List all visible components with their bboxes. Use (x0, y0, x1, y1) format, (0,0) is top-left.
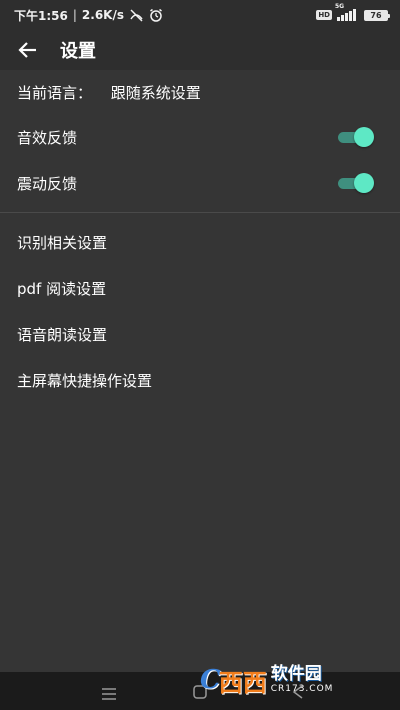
status-bar: 下午1:56 | 2.6K/s HD 5G 76 (0, 0, 400, 30)
battery-icon: 76 (364, 9, 390, 21)
watermark-logo: C 西西 软件园 CR173.COM (200, 658, 382, 702)
watermark-name: 软件园 (270, 664, 322, 684)
language-label: 当前语言： (17, 83, 93, 102)
language-setting-text: 当前语言： 跟随系统设置 (17, 82, 201, 103)
pdf-reading-settings-label: pdf 阅读设置 (17, 279, 107, 298)
status-bar-left: 下午1:56 | 2.6K/s (14, 7, 163, 24)
status-bar-right: HD 5G 76 (316, 3, 390, 21)
watermark-domain: CR173.COM (270, 684, 334, 694)
signal-label: 5G (335, 3, 345, 10)
arrow-left-icon (18, 42, 36, 58)
voice-reading-settings-item[interactable]: 语音朗读设置 (0, 311, 400, 357)
settings-list: 当前语言： 跟随系统设置 音效反馈 震动反馈 识别相关设置 pdf 阅读设置 语… (0, 70, 400, 403)
status-time: 下午1:56 (14, 8, 68, 23)
toggle-thumb (354, 173, 374, 193)
hd-icon: HD (316, 10, 332, 20)
voice-reading-settings-label: 语音朗读设置 (17, 325, 108, 344)
status-separator: | (72, 8, 77, 22)
muted-alarm-icon (129, 8, 144, 22)
back-button[interactable] (0, 30, 56, 70)
page-title: 设置 (60, 41, 96, 62)
language-value: 跟随系统设置 (110, 83, 201, 102)
sound-feedback-label: 音效反馈 (17, 128, 78, 147)
vibration-feedback-row: 震动反馈 (0, 160, 400, 206)
watermark-logo-letter: C (200, 665, 221, 695)
home-shortcut-settings-label: 主屏幕快捷操作设置 (17, 371, 153, 390)
language-setting[interactable]: 当前语言： 跟随系统设置 (0, 70, 400, 114)
sound-feedback-toggle[interactable] (338, 127, 374, 147)
toggle-thumb (354, 127, 374, 147)
app-bar: 设置 (0, 30, 400, 70)
status-network-speed: 2.6K/s (81, 8, 124, 22)
signal-icon: 5G (335, 3, 359, 21)
alarm-clock-icon (149, 8, 163, 22)
recognition-settings-label: 识别相关设置 (17, 233, 108, 252)
home-shortcut-settings-item[interactable]: 主屏幕快捷操作设置 (0, 357, 400, 403)
recognition-settings-item[interactable]: 识别相关设置 (0, 219, 400, 265)
section-divider (0, 212, 400, 213)
watermark-text: 软件园 CR173.COM (271, 665, 334, 695)
pdf-reading-settings-item[interactable]: pdf 阅读设置 (0, 265, 400, 311)
menu-icon[interactable] (102, 685, 116, 704)
vibration-feedback-toggle[interactable] (338, 173, 374, 193)
watermark-logo-suffix: 西西 (218, 668, 267, 697)
sound-feedback-row: 音效反馈 (0, 114, 400, 160)
vibration-feedback-label: 震动反馈 (17, 174, 78, 193)
